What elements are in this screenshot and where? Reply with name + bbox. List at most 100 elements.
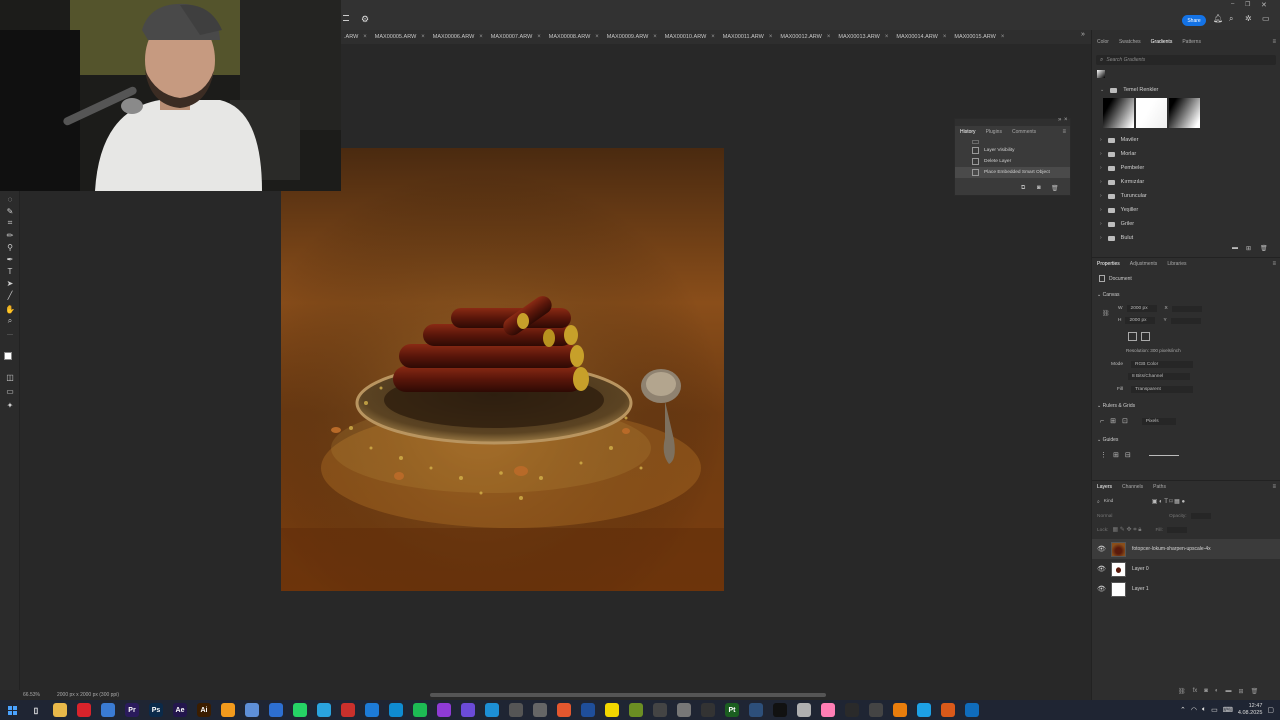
app-settings-icon[interactable] <box>533 703 547 717</box>
search-app-icon[interactable] <box>221 703 235 717</box>
document-tab[interactable]: MAX00011.ARW × <box>719 30 777 44</box>
new-gradient-icon[interactable]: ⊞ <box>1246 245 1251 252</box>
premiere-icon[interactable]: Pr <box>125 703 139 717</box>
pen-tool-icon[interactable]: ✒ <box>4 254 16 264</box>
canvas-x-input[interactable] <box>1171 305 1202 312</box>
panel-menu-icon[interactable]: ≡ <box>1272 484 1280 490</box>
foreground-color-swatch[interactable] <box>4 352 12 360</box>
tab-color[interactable]: Color <box>1092 39 1114 45</box>
grid-icon[interactable]: ⊞ <box>1110 417 1116 425</box>
gradient-folder-open[interactable]: ⌄ Temel Renkler <box>1092 83 1280 97</box>
gradient-folder[interactable]: › Maviler <box>1092 133 1280 147</box>
vpn-app-icon[interactable] <box>461 703 475 717</box>
app-gray-icon[interactable] <box>509 703 523 717</box>
app-green-icon[interactable] <box>413 703 427 717</box>
tray-chevron-icon[interactable]: ⌃ <box>1180 706 1186 714</box>
edge-icon[interactable] <box>485 703 499 717</box>
gradient-search-field[interactable]: ⌕ Search Gradients <box>1096 55 1276 65</box>
canvas-width-input[interactable]: 2000 px <box>1126 305 1157 312</box>
cloud-app-icon[interactable] <box>245 703 259 717</box>
illustrator-icon[interactable]: Ai <box>197 703 211 717</box>
app-pink-icon[interactable] <box>821 703 835 717</box>
trash-icon[interactable]: 🗑︎ <box>1251 688 1259 695</box>
app-blue-icon[interactable] <box>365 703 379 717</box>
history-item-selected[interactable]: Place Embedded Smart Object <box>955 167 1070 178</box>
eye-icon[interactable]: 👁︎ <box>1097 545 1106 553</box>
document-tab[interactable]: MAX00005.ARW × <box>371 30 429 44</box>
tab-swatches[interactable]: Swatches <box>1114 39 1146 45</box>
quick-select-icon[interactable]: ✎ <box>4 206 16 216</box>
guide-grid-icon[interactable]: ⊞ <box>1113 451 1119 459</box>
ruler-icon[interactable]: ⌐ <box>1100 418 1104 425</box>
canvas-height-input[interactable]: 2000 px <box>1125 317 1156 324</box>
more-tools-icon[interactable]: ··· <box>4 330 16 340</box>
bit-depth-select[interactable]: 8 Bits/Channel <box>1128 373 1190 380</box>
adjustment-icon[interactable]: ◐ <box>1215 688 1219 695</box>
canvas-fill-select[interactable]: Transparent <box>1131 386 1194 393</box>
close-tab-icon[interactable]: × <box>943 34 947 40</box>
file-explorer-icon[interactable] <box>53 703 67 717</box>
layer-row[interactable]: 👁︎ Layer 0 <box>1092 559 1280 579</box>
color-mode-select[interactable]: RGB Color <box>1131 361 1193 368</box>
close-tab-icon[interactable]: × <box>595 34 599 40</box>
share-button[interactable]: Share <box>1182 15 1206 26</box>
gradient-folder[interactable]: › Morlar <box>1092 147 1280 161</box>
bell-icon[interactable]: 🔔︎ <box>1213 14 1223 23</box>
close-tab-icon[interactable]: × <box>711 34 715 40</box>
app-img-icon[interactable] <box>749 703 763 717</box>
gradient-folder[interactable]: › Yeşiller <box>1092 203 1280 217</box>
ruler-units-select[interactable]: Pixels <box>1141 417 1176 425</box>
tab-properties[interactable]: Properties <box>1092 261 1125 267</box>
tab-adjustments[interactable]: Adjustments <box>1125 261 1163 267</box>
stamp-tool-icon[interactable]: ⚲ <box>4 242 16 252</box>
telegram-icon[interactable] <box>317 703 331 717</box>
document-tab[interactable]: MAX00007.ARW × <box>487 30 545 44</box>
opacity-input[interactable] <box>1190 513 1211 519</box>
hand-tool-icon[interactable]: ✋ <box>4 304 16 314</box>
sticky-notes-icon[interactable] <box>605 703 619 717</box>
gradient-swatch[interactable] <box>1136 98 1167 128</box>
snapshot-icon[interactable]: ◙ <box>1037 185 1041 191</box>
trash-icon[interactable]: 🗑︎ <box>1260 245 1268 252</box>
close-tab-icon[interactable]: × <box>885 34 889 40</box>
history-item[interactable]: Delete Layer <box>955 156 1070 167</box>
battery-icon[interactable]: ▭ <box>1211 706 1218 714</box>
speaker-icon[interactable]: 🔈︎ <box>1202 706 1206 714</box>
document-tab[interactable]: MAX00008.ARW × <box>545 30 603 44</box>
gradient-preview-icon[interactable] <box>1097 70 1105 78</box>
minecraft-icon[interactable] <box>629 703 643 717</box>
document-tab[interactable]: MAX00014.ARW × <box>892 30 950 44</box>
zoom-level[interactable]: 66.53% <box>23 692 40 698</box>
document-tab[interactable]: MAX00009.ARW × <box>603 30 661 44</box>
clock[interactable]: 12:47 4.08.2025 <box>1238 703 1262 717</box>
more-tabs-icon[interactable]: » <box>1081 31 1085 38</box>
capcut-icon[interactable] <box>773 703 787 717</box>
app-outlook-icon[interactable] <box>965 703 979 717</box>
lock-icons[interactable]: ▦ ✎ ✥ ⌗ 🔒︎ <box>1112 526 1141 534</box>
gradient-swatch[interactable] <box>1169 98 1200 128</box>
tab-gradients[interactable]: Gradients <box>1146 39 1178 45</box>
crop-tool-icon[interactable]: ⌗ <box>4 218 16 228</box>
tab-comments[interactable]: Comments <box>1007 129 1041 135</box>
gradient-folder[interactable]: › Turuncular <box>1092 189 1280 203</box>
browser-icon[interactable] <box>269 703 283 717</box>
link-layers-icon[interactable]: ⛓ <box>1178 688 1186 695</box>
brush-tool-icon[interactable]: ✏ <box>4 230 16 240</box>
panel-menu-icon[interactable]: ≡ <box>1272 261 1280 267</box>
horizontal-scrollbar[interactable] <box>430 693 826 697</box>
panel-menu-icon[interactable]: ≡ <box>1062 129 1070 135</box>
blend-mode-select[interactable]: Normal <box>1097 514 1157 519</box>
app-purple-icon[interactable] <box>437 703 451 717</box>
new-layer-icon[interactable]: ⊞ <box>1239 688 1244 695</box>
close-tab-icon[interactable]: × <box>827 34 831 40</box>
tab-channels[interactable]: Channels <box>1117 484 1148 490</box>
canvas-section-header[interactable]: ⌄ Canvas <box>1097 292 1120 298</box>
path-select-icon[interactable]: ➤ <box>4 278 16 288</box>
gradient-folder[interactable]: › Pembeler <box>1092 161 1280 175</box>
mask-icon[interactable]: ◙ <box>1204 688 1208 695</box>
document-info[interactable]: 2000 px x 2000 px (300 ppi) <box>57 692 119 698</box>
zoom-tool-icon[interactable]: ⌕ <box>4 316 16 326</box>
mail-icon[interactable] <box>797 703 811 717</box>
notification-icon[interactable]: ▢ <box>1267 706 1274 714</box>
guides-header[interactable]: ⌄ Guides <box>1097 437 1118 443</box>
